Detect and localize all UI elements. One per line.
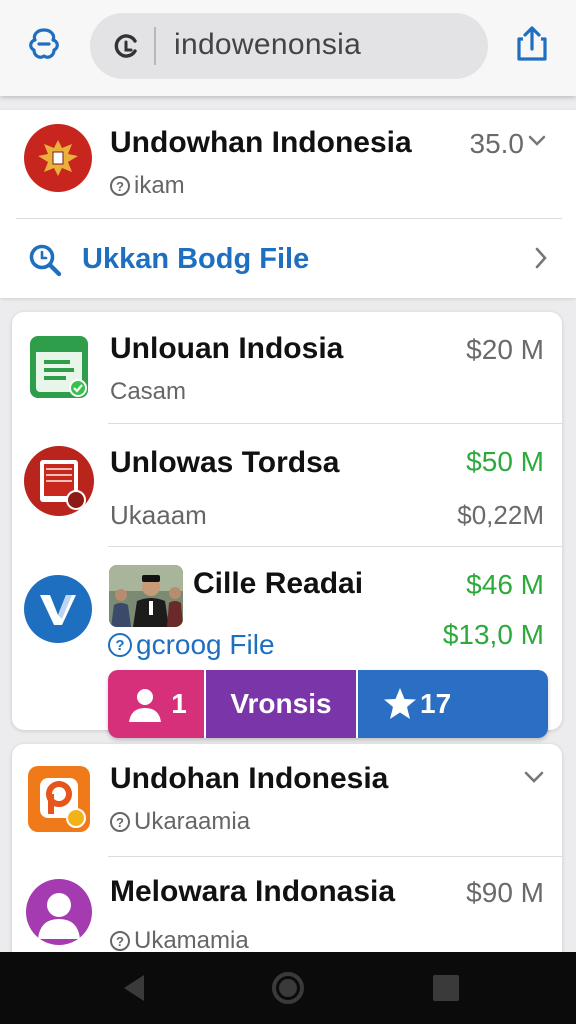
- browser-toolbar: indowenonsia: [0, 0, 576, 96]
- item-price: 35.0: [469, 128, 525, 159]
- v-logo-icon: [24, 575, 92, 643]
- favorite-button[interactable]: 17: [358, 670, 548, 738]
- item-subtitle-text: ikam: [134, 172, 185, 199]
- info-icon: ?: [110, 812, 130, 832]
- url-text[interactable]: indowenonsia: [174, 28, 361, 62]
- share-icon[interactable]: [510, 22, 554, 66]
- chevron-down-icon[interactable]: [528, 134, 546, 153]
- item-title: Unlouan Indosia: [110, 332, 344, 365]
- info-icon: ?: [110, 931, 130, 951]
- back-icon[interactable]: [116, 970, 152, 1006]
- address-divider: [154, 27, 156, 65]
- search-icon: [28, 243, 62, 282]
- featured-card: Undowhan Indonesia ? ikam 35.0 Ukkan Bod…: [0, 110, 576, 298]
- file-link-label[interactable]: Ukkan Bodg File: [82, 243, 309, 276]
- item-title: Melowara Indonasia: [110, 875, 396, 908]
- info-icon: ?: [110, 176, 130, 196]
- system-nav-bar: [0, 952, 576, 1024]
- item-price: $20 M: [466, 334, 544, 365]
- version-button[interactable]: Vronsis: [206, 670, 358, 738]
- sync-icon[interactable]: [22, 22, 66, 66]
- item-title: Undowhan Indonesia: [110, 126, 412, 159]
- item-subtitle: ? Ukaraamia: [110, 808, 250, 836]
- garuda-emblem-icon: [24, 124, 92, 192]
- list-item[interactable]: Unlouan Indosia Casam $20 M: [12, 312, 562, 423]
- pin-app-icon: [28, 766, 90, 832]
- user-avatar-icon: [26, 879, 92, 945]
- user-icon: [125, 684, 165, 724]
- file-link-row[interactable]: Ukkan Bodg File: [0, 219, 576, 298]
- listing-card: Unlouan Indosia Casam $20 M Unlowas Tord…: [12, 312, 562, 738]
- recents-icon[interactable]: [428, 970, 464, 1006]
- item-title: Undohan Indonesia: [110, 762, 389, 795]
- item-price: $46 M: [466, 569, 544, 600]
- item-price: $90 M: [466, 877, 544, 908]
- list-item[interactable]: Unlowas Tordsa Ukaaam $50 M $0,22M: [12, 424, 562, 546]
- chevron-right-icon: [534, 247, 548, 274]
- chevron-down-icon[interactable]: [524, 770, 544, 789]
- info-icon: ?: [108, 633, 132, 657]
- item-secondary-price: $13,0 M: [442, 619, 544, 650]
- item-subtitle: ? Ukamamia: [110, 927, 249, 955]
- document-app-icon: [30, 336, 88, 398]
- item-subtitle-text: Ukaraamia: [134, 808, 251, 835]
- tablet-app-icon: [24, 446, 94, 516]
- list-item[interactable]: Undohan Indonesia ? Ukaraamia: [12, 744, 562, 856]
- item-subtitle: Casam: [110, 378, 187, 405]
- user-count: 1: [171, 688, 187, 719]
- reload-icon[interactable]: [108, 28, 144, 64]
- item-title: Cille Readai: [193, 567, 364, 600]
- address-bar[interactable]: indowenonsia: [90, 13, 488, 79]
- item-subtitle: Ukaaam: [110, 500, 207, 530]
- item-title: Unlowas Tordsa: [110, 446, 340, 479]
- item-secondary-price: $0,22M: [457, 500, 544, 530]
- star-count: 17: [420, 688, 452, 719]
- photo-thumbnail: [109, 565, 183, 627]
- item-price: $50 M: [466, 446, 544, 477]
- user-count-button[interactable]: 1: [108, 670, 206, 738]
- item-subtitle-text: gcroog File: [136, 629, 275, 660]
- item-subtitle-text: Ukamamia: [134, 927, 249, 954]
- item-subtitle[interactable]: ? gcroog File: [108, 629, 275, 661]
- action-bar: 1 Vronsis 17: [108, 670, 548, 738]
- more-listings-card: Undohan Indonesia ? Ukaraamia Melowara I…: [12, 744, 562, 984]
- list-item[interactable]: Undowhan Indonesia ? ikam 35.0: [0, 110, 576, 218]
- home-icon[interactable]: [270, 970, 306, 1006]
- star-icon: [382, 687, 418, 721]
- item-subtitle: ? ikam: [110, 172, 185, 200]
